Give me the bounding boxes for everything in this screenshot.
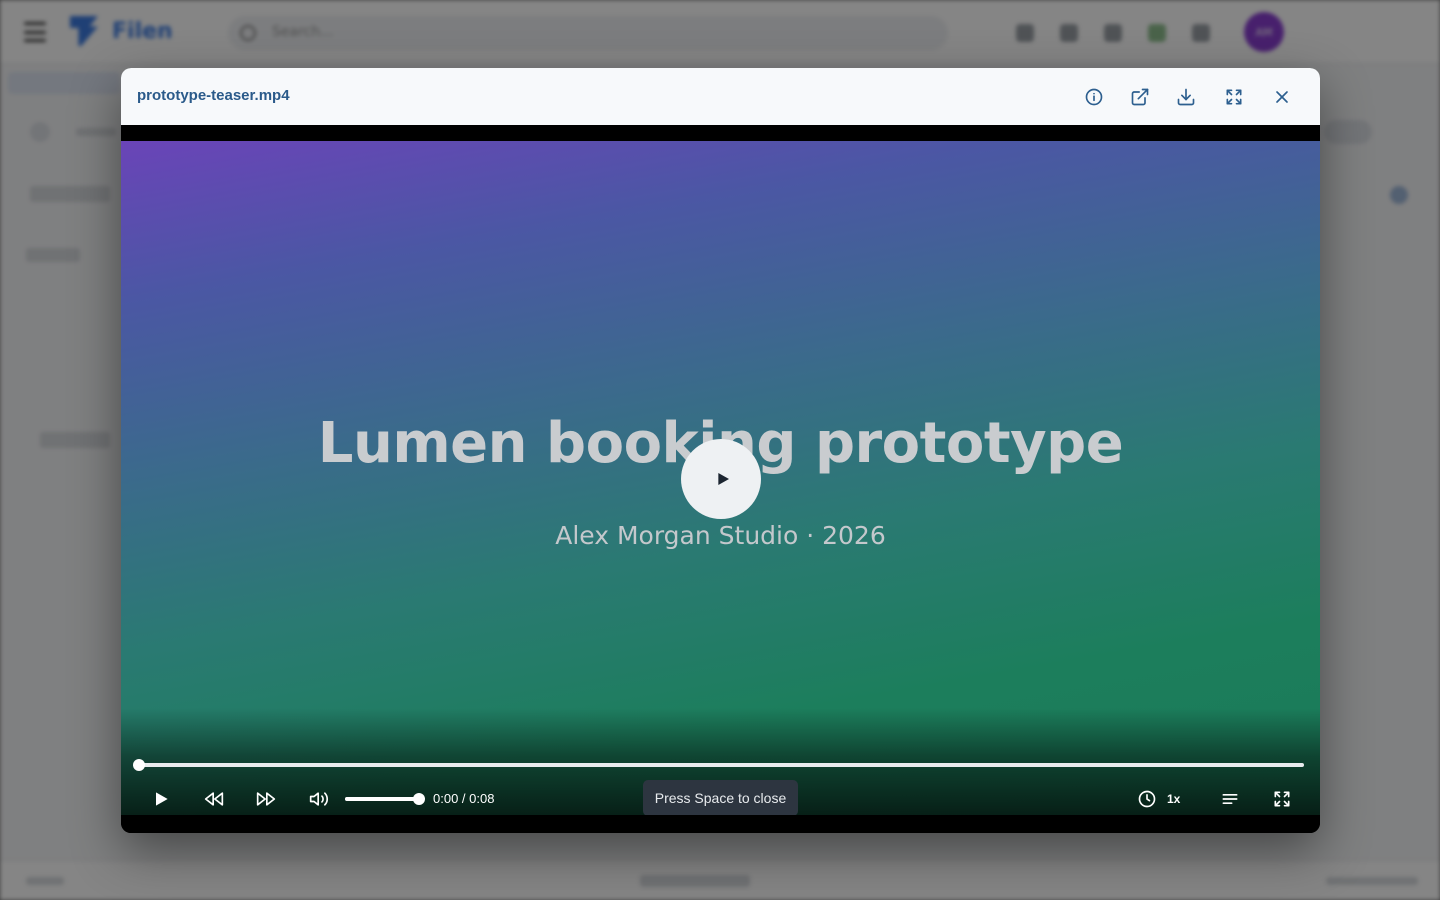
play-icon xyxy=(156,792,168,806)
open-external-button[interactable] xyxy=(1126,83,1154,111)
modal-title: prototype-teaser.mp4 xyxy=(137,87,290,104)
fast-forward-button[interactable] xyxy=(252,787,280,811)
download-button[interactable] xyxy=(1172,83,1200,111)
clock-icon xyxy=(1138,790,1156,808)
expand-button[interactable] xyxy=(1220,83,1248,111)
rewind-icon xyxy=(204,792,224,806)
play-icon xyxy=(717,473,729,485)
volume-slider[interactable] xyxy=(345,793,425,805)
close-button[interactable] xyxy=(1268,83,1296,111)
playback-speed-button[interactable] xyxy=(1133,787,1161,811)
play-button[interactable] xyxy=(147,787,175,811)
open-external-icon xyxy=(1131,88,1149,106)
seek-bar[interactable] xyxy=(133,759,1304,771)
video-subtitle-card: Alex Morgan Studio · 2026 xyxy=(555,521,886,550)
rewind-button[interactable] xyxy=(200,787,228,811)
video-preview-modal: prototype-teaser.mp4 Lumen booking proto… xyxy=(121,68,1320,833)
close-icon xyxy=(1276,91,1288,103)
video-letterbox xyxy=(121,815,1320,833)
fast-forward-icon xyxy=(256,792,276,806)
keyboard-hint-tooltip: Press Space to close xyxy=(643,780,798,816)
time-display: 0:00 / 0:08 xyxy=(433,791,495,806)
volume-icon xyxy=(309,792,329,806)
expand-icon xyxy=(1226,89,1242,105)
fullscreen-icon xyxy=(1274,791,1290,807)
center-play-button[interactable] xyxy=(681,439,761,519)
volume-handle[interactable] xyxy=(413,793,425,805)
fullscreen-button[interactable] xyxy=(1268,787,1296,811)
volume-level xyxy=(345,797,419,801)
list-icon xyxy=(1222,794,1238,804)
modal-header: prototype-teaser.mp4 xyxy=(121,68,1320,125)
info-button[interactable] xyxy=(1080,83,1108,111)
download-icon xyxy=(1177,88,1195,106)
chapters-button[interactable] xyxy=(1216,787,1244,811)
info-icon xyxy=(1085,88,1103,106)
seek-handle[interactable] xyxy=(133,759,145,771)
mute-button[interactable] xyxy=(305,787,333,811)
playback-speed-label[interactable]: 1x xyxy=(1167,792,1180,806)
